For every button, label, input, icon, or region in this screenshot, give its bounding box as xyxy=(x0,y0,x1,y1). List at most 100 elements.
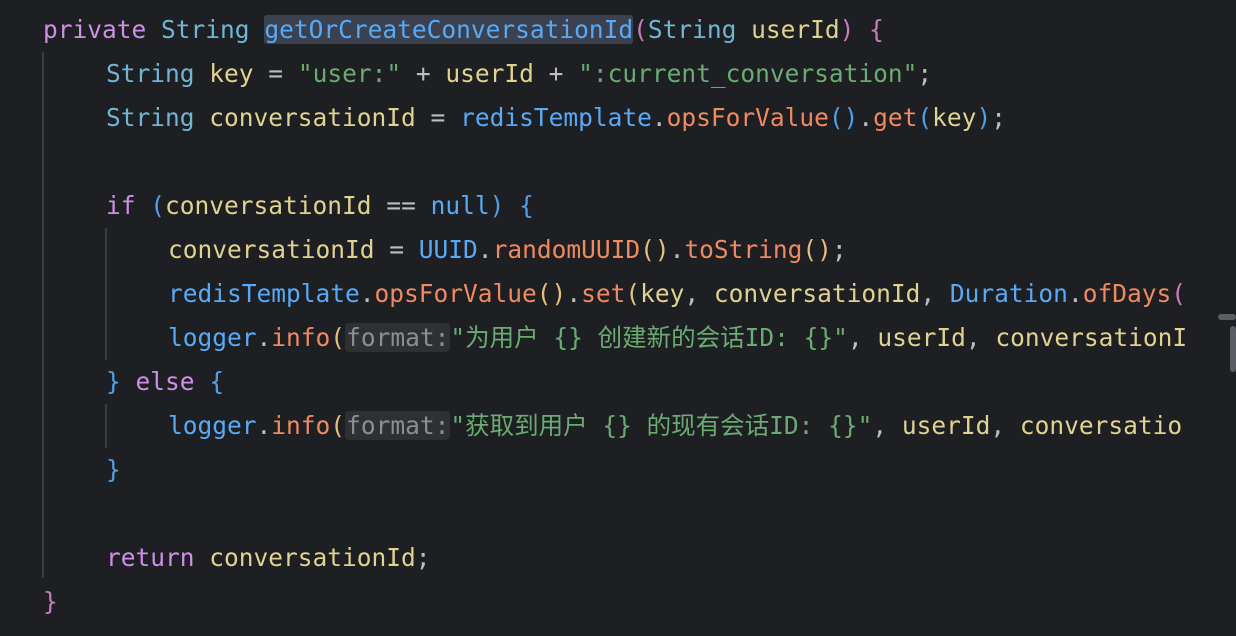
indent-guide xyxy=(42,52,44,578)
brace: { xyxy=(519,191,534,220)
vertical-scrollbar[interactable] xyxy=(1230,326,1236,372)
paren: ( xyxy=(330,411,346,440)
variable: conversationId xyxy=(209,103,416,132)
method-call: info xyxy=(271,323,331,352)
indent-guide xyxy=(105,404,107,448)
dot: . xyxy=(858,103,874,132)
keyword-else: else xyxy=(135,367,195,396)
paren: ( xyxy=(150,191,166,220)
class-ref: UUID xyxy=(418,235,478,264)
comma: , xyxy=(684,279,714,308)
paren: () xyxy=(640,235,670,264)
scrollbar-marker xyxy=(1218,314,1236,320)
code-line-9[interactable]: } else { xyxy=(106,360,224,404)
dot: . xyxy=(359,279,375,308)
string-literal: "为用户 {} 创建新的会话ID: {}" xyxy=(450,323,848,352)
brace: } xyxy=(43,587,58,616)
comma: , xyxy=(872,411,902,440)
dot: . xyxy=(256,323,272,352)
code-line-7[interactable]: redisTemplate.opsForValue().set(key, con… xyxy=(168,272,1186,316)
type-string: String xyxy=(106,59,195,88)
dot: . xyxy=(1067,279,1083,308)
paren: () xyxy=(536,279,567,308)
variable: key xyxy=(209,59,254,88)
method-call: randomUUID xyxy=(492,235,641,264)
string-literal: ":current_conversation" xyxy=(578,59,918,88)
type-string: String xyxy=(161,15,250,44)
variable: conversationI xyxy=(995,323,1188,352)
object-ref: logger xyxy=(168,411,257,440)
brace: } xyxy=(106,367,121,396)
paren: () xyxy=(828,103,859,132)
paren: ( xyxy=(330,323,346,352)
object-ref: redisTemplate xyxy=(168,279,360,308)
semicolon: ; xyxy=(917,59,933,88)
indent-guide xyxy=(105,228,107,360)
variable: conversationId xyxy=(209,543,416,572)
string-literal: "获取到用户 {} 的现有会话ID: {}" xyxy=(450,411,873,440)
object-ref: redisTemplate xyxy=(460,103,652,132)
method-call: opsForValue xyxy=(666,103,829,132)
method-call: get xyxy=(873,103,918,132)
variable: key xyxy=(932,103,977,132)
class-ref: Duration xyxy=(949,279,1068,308)
code-editor[interactable]: private String getOrCreateConversationId… xyxy=(0,0,1236,636)
code-line-10[interactable]: logger.info(format:"获取到用户 {} 的现有会话ID: {}… xyxy=(168,404,1182,448)
comma: , xyxy=(965,323,996,352)
dot: . xyxy=(566,279,582,308)
operator: + xyxy=(401,59,446,88)
code-line-6[interactable]: conversationId = UUID.randomUUID().toStr… xyxy=(168,228,847,272)
string-literal: "user:" xyxy=(297,59,402,88)
dot: . xyxy=(651,103,667,132)
parameter-hint: format: xyxy=(345,323,451,352)
param-name: userId xyxy=(751,15,840,44)
variable: key xyxy=(640,279,685,308)
dot: . xyxy=(477,235,493,264)
variable: userId xyxy=(445,59,534,88)
variable: userId xyxy=(877,323,966,352)
comma: , xyxy=(990,411,1020,440)
type-string: String xyxy=(106,103,195,132)
keyword-return: return xyxy=(106,543,195,572)
paren: () xyxy=(802,235,832,264)
variable: conversationId xyxy=(165,191,372,220)
paren: ( xyxy=(917,103,933,132)
paren: ( xyxy=(633,15,648,44)
variable: conversationId xyxy=(713,279,921,308)
method-call: set xyxy=(581,279,626,308)
keyword-private: private xyxy=(43,15,147,44)
semicolon: ; xyxy=(415,543,431,572)
variable: conversationId xyxy=(168,235,375,264)
variable: userId xyxy=(901,411,991,440)
keyword-if: if xyxy=(106,191,136,220)
code-line-14[interactable]: } xyxy=(43,580,58,624)
paren: ( xyxy=(625,279,641,308)
operator: = xyxy=(253,59,298,88)
object-ref: logger xyxy=(168,323,257,352)
brace: } xyxy=(106,455,121,484)
method-call: info xyxy=(271,411,331,440)
code-line-2[interactable]: String key = "user:" + userId + ":curren… xyxy=(106,52,932,96)
operator: = xyxy=(374,235,419,264)
method-call: toString xyxy=(684,235,803,264)
semicolon: ; xyxy=(831,235,847,264)
paren: ) xyxy=(976,103,992,132)
code-line-1[interactable]: private String getOrCreateConversationId… xyxy=(43,8,884,52)
operator: + xyxy=(533,59,579,88)
param-type: String xyxy=(647,15,737,44)
operator: = xyxy=(415,103,461,132)
brace: { xyxy=(869,15,884,44)
code-line-5[interactable]: if (conversationId == null) { xyxy=(106,184,534,228)
code-line-13[interactable]: return conversationId; xyxy=(106,536,431,580)
comma: , xyxy=(920,279,950,308)
method-name-selected[interactable]: getOrCreateConversationId xyxy=(264,15,634,44)
keyword-null: null xyxy=(430,191,490,220)
code-line-8[interactable]: logger.info(format:"为用户 {} 创建新的会话ID: {}"… xyxy=(168,316,1187,360)
code-line-11[interactable]: } xyxy=(106,448,121,492)
brace: { xyxy=(209,367,225,396)
operator: == xyxy=(371,191,431,220)
variable: conversatio xyxy=(1019,411,1183,440)
code-line-3[interactable]: String conversationId = redisTemplate.op… xyxy=(106,96,1006,140)
paren: ( xyxy=(1171,279,1186,308)
method-call: ofDays xyxy=(1082,279,1172,308)
